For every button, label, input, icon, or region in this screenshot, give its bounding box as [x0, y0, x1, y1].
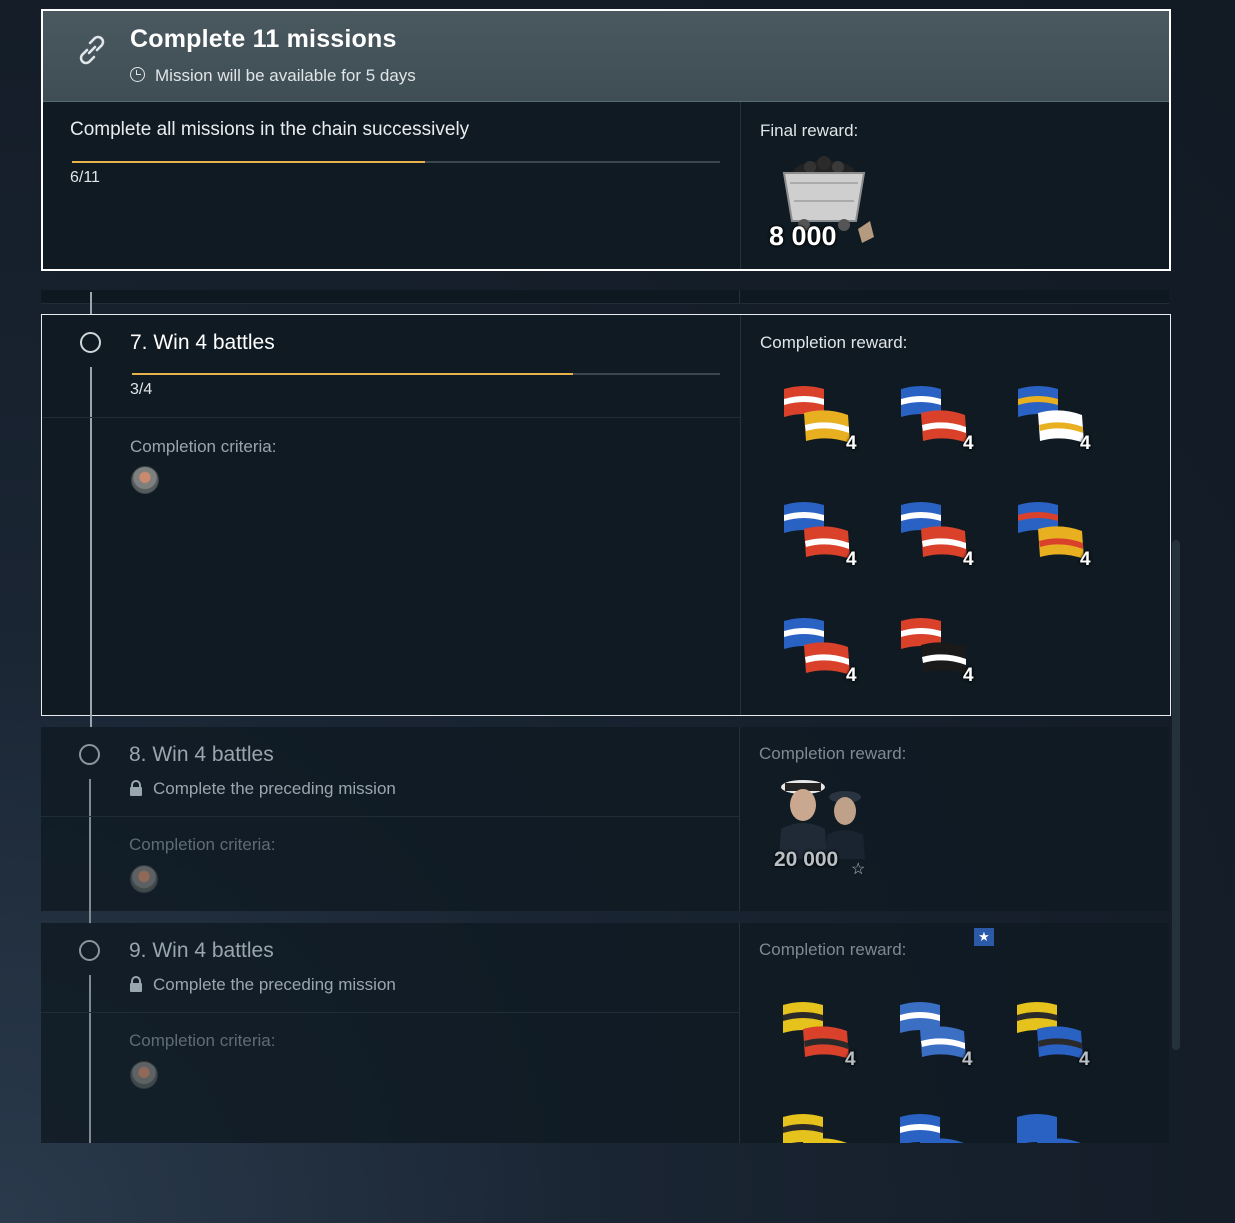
reward-item[interactable]: 4	[782, 499, 872, 579]
mission-title: 7. Win 4 battles	[130, 331, 275, 354]
mission-card-7[interactable]: 7. Win 4 battles 3/4 Completion criteria…	[41, 314, 1171, 727]
reward-quantity: 4	[1080, 433, 1091, 454]
section-divider	[41, 816, 739, 817]
final-reward-amount: 8 000	[769, 221, 837, 251]
chain-connector	[41, 290, 1169, 304]
divider	[740, 102, 741, 269]
lock-text: Complete the preceding mission	[153, 975, 396, 994]
section-divider	[41, 1012, 739, 1013]
lock-row: Complete the preceding mission	[129, 975, 396, 995]
availability-text: Mission will be available for 5 days	[130, 66, 416, 86]
mission-status-circle	[79, 744, 100, 765]
divider	[739, 727, 740, 911]
mission-card-8[interactable]: 8. Win 4 battles Complete the preceding …	[41, 727, 1169, 924]
mission-title: 9. Win 4 battles	[129, 939, 274, 962]
chain-progress-fill	[72, 161, 426, 163]
section-divider	[42, 417, 740, 418]
lock-text: Complete the preceding mission	[153, 779, 396, 798]
reward-quantity: 4	[846, 665, 857, 686]
clock-icon	[130, 67, 145, 82]
reward-quantity: 4	[846, 433, 857, 454]
chain-header: Complete 11 missions Mission will be ava…	[43, 11, 1169, 102]
reward-amount: 20 000	[774, 848, 839, 871]
reward-item[interactable]: 4	[1016, 383, 1106, 463]
chain-progress-label: 6/11	[70, 169, 100, 186]
criteria-label: Completion criteria:	[130, 437, 277, 456]
scrollbar[interactable]	[1172, 540, 1180, 1050]
reward-item[interactable]: 4	[782, 383, 872, 463]
reward-label: Completion reward:	[759, 940, 907, 959]
mission-progress-fill	[132, 373, 573, 375]
lock-row: Complete the preceding mission	[129, 779, 396, 799]
mission-progress-bar	[132, 373, 720, 375]
reward-item[interactable]: 4	[899, 615, 989, 695]
reward-quantity: 4	[845, 1049, 856, 1070]
timeline-line	[90, 367, 92, 727]
reward-quantity: 4	[1079, 1049, 1090, 1070]
reward-item[interactable]	[781, 1111, 871, 1143]
reward-item[interactable]: 4	[781, 999, 871, 1079]
flag-yellow-dot-icon	[783, 1114, 847, 1143]
final-reward-label: Final reward:	[760, 121, 859, 140]
criteria-label: Completion criteria:	[129, 835, 276, 854]
lock-icon	[130, 780, 142, 796]
reward-label: Completion reward:	[760, 333, 908, 352]
divider	[740, 315, 741, 715]
timeline-line	[89, 975, 91, 1143]
criteria-label: Completion criteria:	[129, 1031, 276, 1050]
commanders-xp-icon	[779, 780, 865, 859]
chain-progress-bar	[72, 161, 720, 163]
reward-quantity: 4	[962, 1049, 973, 1070]
reward-item[interactable]: 4	[899, 383, 989, 463]
mission-title: 8. Win 4 battles	[129, 743, 274, 766]
connector-divider	[739, 290, 740, 303]
reward-item[interactable]: 4	[782, 615, 872, 695]
reward-item[interactable]: 4	[1016, 499, 1106, 579]
reward-item[interactable]: 4	[1015, 999, 1105, 1079]
mission-progress-label: 3/4	[130, 381, 153, 398]
chain-description: Complete all missions in the chain succe…	[70, 119, 470, 140]
reward-quantity: 4	[963, 665, 974, 686]
chain-link-icon	[79, 35, 105, 65]
reward-item[interactable]	[898, 1111, 988, 1143]
battle-win-icon	[130, 865, 158, 893]
reward-quantity: 4	[1080, 549, 1091, 570]
chain-card[interactable]: Complete 11 missions Mission will be ava…	[41, 9, 1171, 271]
flag-blue-icon	[1017, 1114, 1081, 1143]
reward-quantity: 4	[963, 433, 974, 454]
reward-item[interactable]: 4	[898, 999, 988, 1079]
chain-title: Complete 11 missions	[130, 25, 397, 53]
availability-label: Mission will be available for 5 days	[155, 66, 416, 85]
reward-quantity: 4	[963, 549, 974, 570]
divider	[739, 923, 740, 1143]
premium-star-badge: ★	[974, 928, 994, 946]
timeline-line	[90, 292, 92, 314]
mission-status-circle	[80, 332, 101, 353]
lock-icon	[130, 976, 142, 992]
reward-quantity: 4	[846, 549, 857, 570]
battle-win-icon	[131, 466, 159, 494]
flag-blue-cross-icon	[900, 1114, 964, 1143]
star-icon: ☆	[851, 861, 866, 878]
mission-status-circle	[79, 940, 100, 961]
reward-item[interactable]: 4	[899, 499, 989, 579]
mission-card-9[interactable]: 9. Win 4 battles Complete the preceding …	[41, 923, 1169, 1143]
reward-item[interactable]	[1015, 1111, 1105, 1143]
reward-label: Completion reward:	[759, 744, 907, 763]
timeline-line	[89, 779, 91, 924]
battle-win-icon	[130, 1061, 158, 1089]
